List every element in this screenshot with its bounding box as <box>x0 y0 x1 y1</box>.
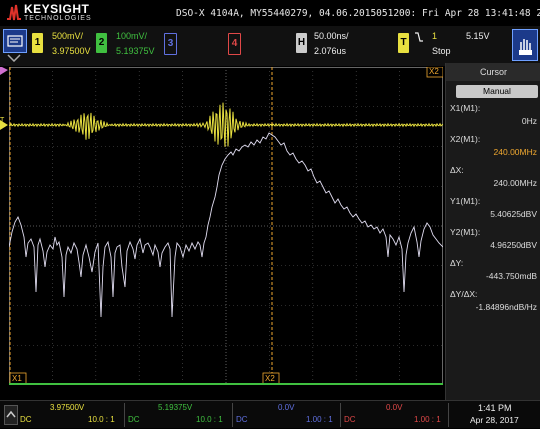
channel-2-settings[interactable]: 2 100mV/ 5.19375V <box>96 29 160 61</box>
bottom-ch3-probe: 1.00 : 1 <box>306 415 333 424</box>
cursor-mode-button[interactable]: Manual <box>456 85 538 98</box>
channel-bar: 1 500mV/ 3.97500V 2 100mV/ 5.19375V 3 4 … <box>0 26 540 66</box>
waveform-display[interactable]: X1 X2 X2 <box>9 67 443 385</box>
channel-3-badge: 3 <box>164 33 177 55</box>
trigger-level-marker[interactable]: T <box>0 117 4 124</box>
bottom-ch3-coupling: DC <box>236 415 248 424</box>
bottom-ch3-offset: 0.0V <box>278 403 295 412</box>
run-state: Stop <box>432 46 451 56</box>
cursor-panel: Cursor Manual X1(M1): 0Hz X2(M1): 240.00MHz… <box>445 63 540 400</box>
channel-2-badge: 2 <box>96 33 107 53</box>
menu-button[interactable] <box>3 29 27 53</box>
cursor-row-label: ΔY/ΔX: <box>450 289 478 299</box>
timebase-delay: 2.076us <box>314 46 347 56</box>
cursor-row-label: ΔY: <box>450 258 464 268</box>
cursor-panel-title: Cursor <box>446 63 540 81</box>
bottom-ch2-probe: 10.0 : 1 <box>196 415 223 424</box>
bottom-ch4-coupling: DC <box>344 415 356 424</box>
touch-settings-button[interactable] <box>512 29 538 61</box>
channel-1-offset: 3.97500V <box>52 46 91 56</box>
home-button[interactable] <box>4 405 18 425</box>
instrument-id-string: DSO-X 4104A, MY55440279, 04.06.201505120… <box>176 8 540 19</box>
timebase-settings[interactable]: H 50.00ns/ 2.076us <box>296 29 386 61</box>
cursor-row-label: Y1(M1): <box>450 196 481 206</box>
bottom-ch1-coupling: DC <box>20 415 32 424</box>
cursor-row-label: ΔX: <box>450 165 464 175</box>
cursor-row-label: Y2(M1): <box>450 227 481 237</box>
chevron-up-icon <box>6 410 16 418</box>
bottom-ch2-coupling: DC <box>128 415 140 424</box>
timebase-scale: 50.00ns/ <box>314 31 349 41</box>
cursor-row-value: 0Hz <box>521 116 537 126</box>
channel-4-settings[interactable]: 4 <box>228 29 288 61</box>
brand-sub: TECHNOLOGIES <box>24 15 92 22</box>
trigger-level: 5.15V <box>466 31 490 41</box>
cursor-x2-offscreen-label: X2 <box>429 67 439 76</box>
trigger-settings[interactable]: T 1 5.15V Stop <box>398 29 506 61</box>
channel-3-settings[interactable]: 3 <box>164 29 224 61</box>
channel-2-offset: 5.19375V <box>116 46 155 56</box>
bottom-ch4-cell[interactable]: 0.0V DC 1.00 : 1 <box>342 403 449 427</box>
math-ground-marker[interactable] <box>0 66 8 75</box>
cursor-row-value: -1.84896ndB/Hz <box>475 302 537 312</box>
bottom-ch3-cell[interactable]: 0.0V DC 1.00 : 1 <box>234 403 341 427</box>
clock-time: 1:41 PM <box>478 403 512 413</box>
channel-4-badge: 4 <box>228 33 241 55</box>
channel-1-scale: 500mV/ <box>52 31 84 41</box>
bottom-ch2-offset: 5.19375V <box>158 403 193 412</box>
trigger-badge: T <box>398 33 409 53</box>
channel-2-scale: 100mV/ <box>116 31 148 41</box>
hand-icon <box>519 39 532 55</box>
horizontal-badge: H <box>296 33 307 53</box>
trigger-channel: 1 <box>432 31 438 41</box>
channel-1-badge: 1 <box>32 33 43 53</box>
title-bar: KEYSIGHT TECHNOLOGIES DSO-X 4104A, MY554… <box>0 0 540 26</box>
bottom-ch1-cell[interactable]: 3.97500V DC 10.0 : 1 <box>18 403 125 427</box>
cursor-x2-label: X2 <box>265 374 275 383</box>
bottom-ch1-probe: 10.0 : 1 <box>88 415 115 424</box>
channel-1-settings[interactable]: 1 500mV/ 3.97500V <box>32 29 96 61</box>
cursor-row-value: 4.96250dBV <box>490 240 537 250</box>
status-bar: 3.97500V DC 10.0 : 1 5.19375V DC 10.0 : … <box>0 400 540 428</box>
brand-name: KEYSIGHT <box>24 2 90 16</box>
cursor-row-label: X1(M1): <box>450 103 481 113</box>
scope-screen-icon <box>7 35 23 47</box>
bottom-ch4-offset: 0.0V <box>386 403 403 412</box>
bottom-ch2-cell[interactable]: 5.19375V DC 10.0 : 1 <box>126 403 233 427</box>
cursor-row-value: 240.00MHz <box>493 178 537 188</box>
clock-date: Apr 28, 2017 <box>470 415 519 425</box>
cursor-x1-label: X1 <box>12 374 22 383</box>
bottom-ch4-probe: 1.00 : 1 <box>414 415 441 424</box>
cursor-row-value: 240.00MHz <box>493 147 537 157</box>
cursor-row-value: -443.750mdB <box>485 271 537 281</box>
bottom-ch1-offset: 3.97500V <box>50 403 85 412</box>
chevron-down-icon[interactable] <box>7 54 21 62</box>
left-marker-strip: T <box>0 66 9 385</box>
keysight-wave-icon <box>7 4 21 21</box>
cursor-row-label: X2(M1): <box>450 134 481 144</box>
falling-edge-icon <box>415 32 423 42</box>
cursor-row-value: 5.40625dBV <box>490 209 537 219</box>
